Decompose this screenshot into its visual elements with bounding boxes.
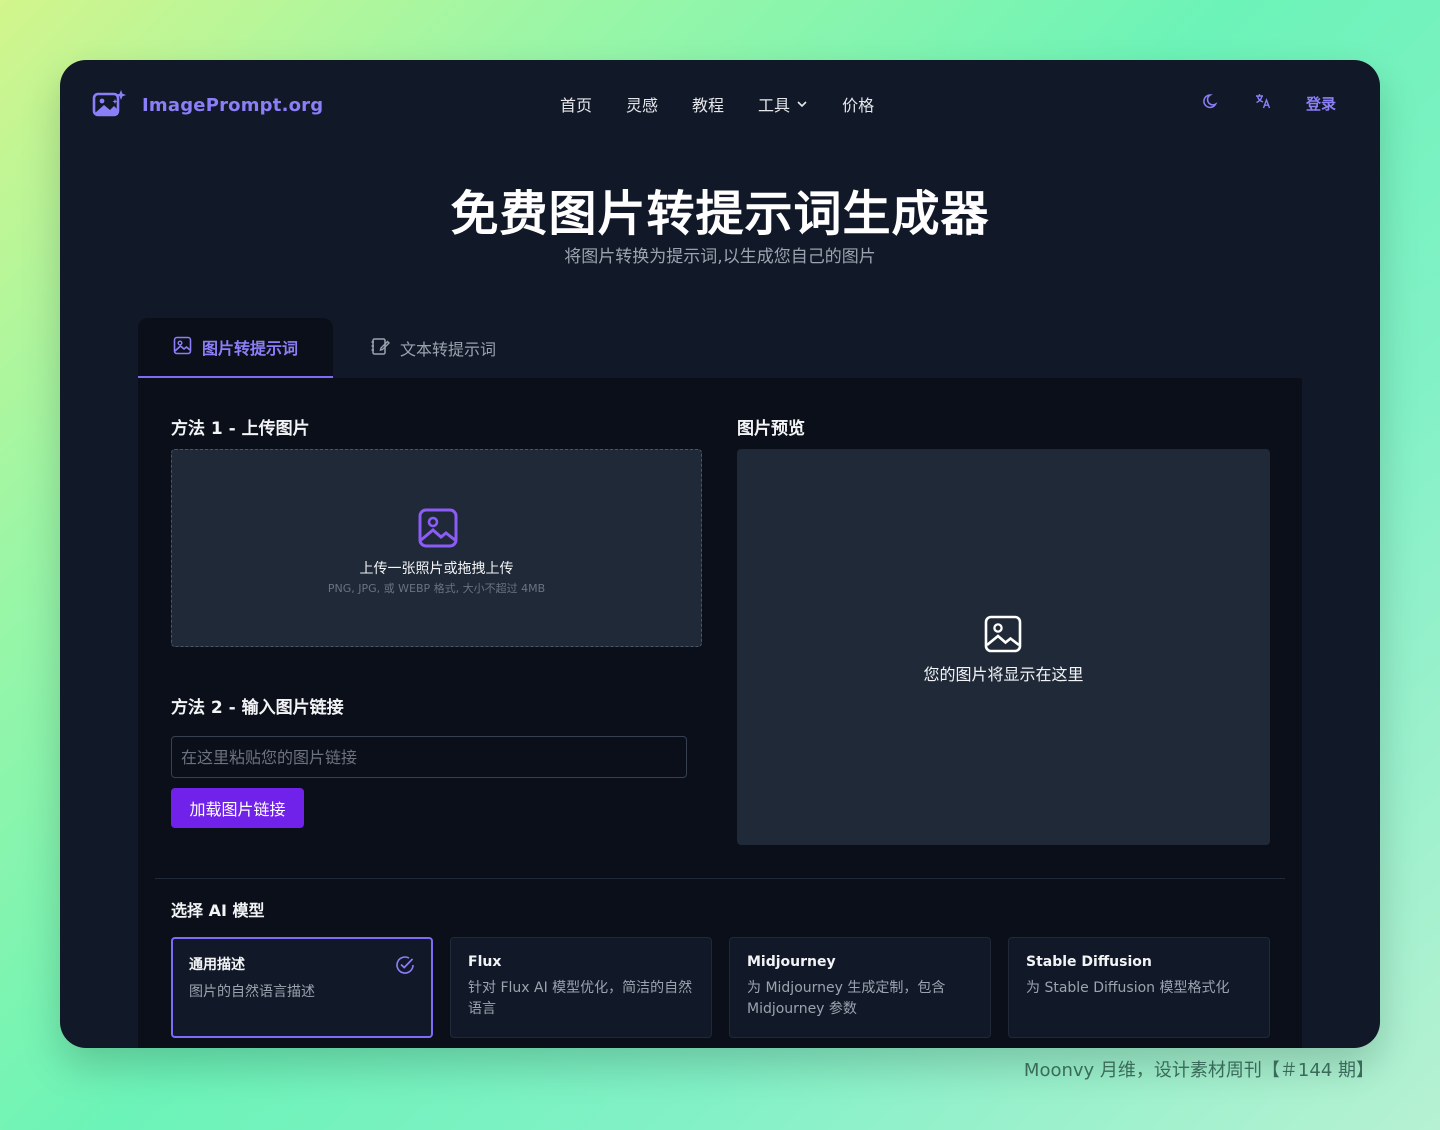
upload-dropzone[interactable]: 上传一张照片或拖拽上传 PNG, JPG, 或 WEBP 格式, 大小不超过 4…: [171, 449, 702, 647]
model-title: Stable Diffusion: [1026, 954, 1152, 970]
upload-format-hint: PNG, JPG, 或 WEBP 格式, 大小不超过 4MB: [327, 582, 546, 595]
tab-image-to-prompt[interactable]: 图片转提示词: [138, 318, 333, 378]
model-card-flux[interactable]: Flux 针对 Flux AI 模型优化，简洁的自然语言: [450, 937, 712, 1038]
image-preview: 您的图片将显示在这里: [737, 449, 1270, 845]
model-description: 针对 Flux AI 模型优化，简洁的自然语言: [468, 980, 693, 1017]
translate-icon[interactable]: [1254, 92, 1272, 114]
check-circle-icon: [395, 955, 415, 979]
image-placeholder-icon: [984, 615, 1022, 657]
nav-item-tools-label: 工具: [758, 96, 791, 115]
method1-label: 方法 1 - 上传图片: [171, 419, 310, 439]
preview-label: 图片预览: [737, 419, 805, 439]
main-panel: 方法 1 - 上传图片 上传一张照片或拖拽上传 PNG, JPG, 或 WEBP…: [138, 378, 1302, 1048]
nav-item-tools[interactable]: 工具: [758, 92, 808, 116]
model-select-label: 选择 AI 模型: [171, 901, 265, 920]
nav-item-pricing[interactable]: 价格: [842, 92, 874, 116]
model-description: 图片的自然语言描述: [189, 984, 315, 1000]
tab-text-to-prompt[interactable]: 文本转提示词: [370, 318, 496, 378]
logo[interactable]: ImagePrompt.org: [92, 88, 323, 122]
navbar: ImagePrompt.org 首页 灵感 教程 工具 价格 登录: [60, 60, 1380, 148]
model-title: 通用描述: [189, 957, 245, 973]
footer-note: Moonvy 月维，设计素材周刊【＃144 期】: [1023, 1060, 1374, 1081]
model-description: 为 Stable Diffusion 模型格式化: [1026, 980, 1230, 996]
model-card-general[interactable]: 通用描述 图片的自然语言描述: [171, 937, 433, 1038]
chevron-down-icon: [796, 95, 808, 114]
tab-label: 文本转提示词: [400, 340, 497, 359]
edit-icon: [370, 336, 390, 360]
upload-instruction: 上传一张照片或拖拽上传: [359, 561, 514, 577]
nav-item-home[interactable]: 首页: [560, 92, 592, 116]
model-card-stable-diffusion[interactable]: Stable Diffusion 为 Stable Diffusion 模型格式…: [1008, 937, 1270, 1038]
preview-empty-text: 您的图片将显示在这里: [923, 665, 1084, 684]
divider: [155, 878, 1285, 879]
nav-item-inspiration[interactable]: 灵感: [626, 92, 658, 116]
load-image-url-button[interactable]: 加载图片链接: [171, 788, 304, 828]
image-icon: [173, 336, 192, 359]
page-subtitle: 将图片转换为提示词,以生成您自己的图片: [564, 247, 876, 267]
brand-name: ImagePrompt.org: [142, 94, 324, 116]
tab-label: 图片转提示词: [201, 339, 298, 358]
main-menu: 首页 灵感 教程 工具 价格: [560, 92, 874, 116]
moon-icon[interactable]: [1202, 92, 1220, 114]
model-title: Flux: [468, 954, 502, 970]
method2-label: 方法 2 - 输入图片链接: [171, 698, 344, 718]
login-link[interactable]: 登录: [1306, 93, 1336, 114]
page-title: 免费图片转提示词生成器: [450, 186, 990, 242]
image-upload-icon: [418, 508, 458, 552]
nav-actions: 登录: [1202, 92, 1336, 114]
model-description: 为 Midjourney 生成定制，包含 Midjourney 参数: [747, 980, 946, 1017]
image-url-input[interactable]: [171, 736, 687, 778]
model-card-midjourney[interactable]: Midjourney 为 Midjourney 生成定制，包含 Midjourn…: [729, 937, 991, 1038]
app-window: ImagePrompt.org 首页 灵感 教程 工具 价格 登录 免费图片转提…: [60, 60, 1380, 1048]
model-title: Midjourney: [747, 954, 836, 970]
logo-icon: [92, 88, 126, 122]
nav-item-tutorials[interactable]: 教程: [692, 92, 724, 116]
